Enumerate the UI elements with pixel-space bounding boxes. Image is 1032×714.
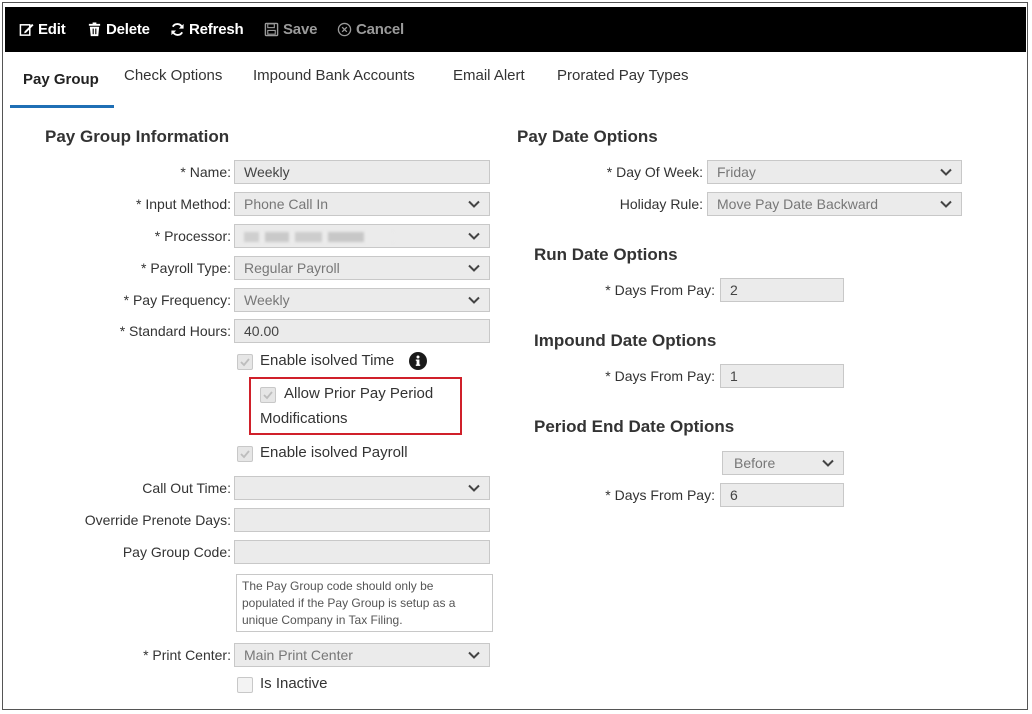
holiday-rule-label: Holiday Rule:: [619, 196, 703, 212]
tab-impound-bank-accounts[interactable]: Impound Bank Accounts: [253, 67, 415, 84]
chevron-down-icon: [468, 264, 480, 272]
window-frame: [2, 2, 1028, 710]
day-of-week-value: Friday: [717, 164, 756, 180]
cancel-icon: [337, 22, 352, 37]
period-end-days-value: 6: [730, 487, 738, 503]
input-method-label: * Input Method:: [136, 196, 231, 212]
enable-time-checkbox[interactable]: [237, 354, 253, 370]
chevron-down-icon: [468, 651, 480, 659]
tab-email-alert[interactable]: Email Alert: [453, 67, 525, 84]
day-of-week-label: * Day Of Week:: [606, 164, 703, 180]
enable-time-label: Enable isolved Time: [260, 352, 395, 369]
override-prenote-days-field[interactable]: [234, 508, 490, 532]
allow-prior-pay-period-label-line2: Modifications: [260, 410, 348, 427]
chevron-down-icon: [468, 232, 480, 240]
pay-frequency-label: * Pay Frequency:: [123, 292, 231, 308]
allow-prior-pay-period-label-line1: Allow Prior Pay Period: [284, 385, 434, 402]
run-days-from-pay-label: * Days From Pay:: [605, 282, 715, 298]
tab-pay-group[interactable]: Pay Group: [23, 71, 99, 88]
period-end-date-options-title: Period End Date Options: [534, 417, 735, 436]
info-icon[interactable]: [409, 352, 427, 370]
processor-label: * Processor:: [154, 228, 231, 244]
name-label: * Name:: [180, 164, 231, 180]
chevron-down-icon: [940, 200, 952, 208]
pay-date-options-title: Pay Date Options: [517, 127, 658, 146]
edit-icon: [19, 23, 34, 36]
payroll-type-label: * Payroll Type:: [140, 260, 231, 276]
call-out-time-select[interactable]: [234, 476, 490, 500]
tab-prorated-pay-types[interactable]: Prorated Pay Types: [557, 67, 688, 84]
impound-days-from-pay-label: * Days From Pay:: [605, 368, 715, 384]
check-icon: [240, 450, 250, 459]
pay-group-code-note: The Pay Group code should only be popula…: [236, 574, 493, 632]
enable-payroll-label: Enable isolved Payroll: [260, 444, 408, 461]
delete-button[interactable]: Delete: [87, 21, 150, 38]
chevron-down-icon: [940, 168, 952, 176]
processor-value-blurred: [244, 232, 394, 242]
standard-hours-field[interactable]: 40.00: [234, 319, 490, 343]
check-icon: [263, 391, 273, 400]
input-method-value: Phone Call In: [244, 196, 329, 212]
pay-frequency-value: Weekly: [244, 292, 290, 308]
impound-days-value: 1: [730, 368, 738, 384]
period-end-when-value: Before: [734, 455, 776, 471]
period-end-days-from-pay-label: * Days From Pay:: [605, 487, 715, 503]
cancel-button[interactable]: Cancel: [337, 21, 404, 38]
save-icon: [264, 22, 279, 37]
run-days-from-pay-field[interactable]: 2: [720, 278, 844, 302]
save-button[interactable]: Save: [264, 21, 317, 38]
edit-label: Edit: [38, 21, 66, 38]
standard-hours-label: * Standard Hours:: [119, 323, 231, 339]
save-label: Save: [283, 21, 318, 38]
enable-payroll-checkbox[interactable]: [237, 446, 253, 462]
name-value: Weekly: [244, 164, 290, 180]
impound-days-from-pay-field[interactable]: 1: [720, 364, 844, 388]
trash-icon: [88, 22, 101, 37]
is-inactive-checkbox[interactable]: [237, 677, 253, 693]
holiday-rule-value: Move Pay Date Backward: [717, 196, 879, 212]
chevron-down-icon: [468, 200, 480, 208]
edit-button[interactable]: Edit: [19, 21, 66, 38]
day-of-week-select[interactable]: Friday: [707, 160, 962, 184]
allow-prior-pay-period-checkbox[interactable]: [260, 387, 276, 403]
print-center-select[interactable]: Main Print Center: [234, 643, 490, 667]
active-tab-indicator: [10, 105, 114, 108]
pay-group-code-field[interactable]: [234, 540, 490, 564]
cancel-label: Cancel: [356, 21, 404, 38]
period-end-days-from-pay-field[interactable]: 6: [720, 483, 844, 507]
chevron-down-icon: [468, 484, 480, 492]
refresh-label: Refresh: [189, 21, 244, 38]
toolbar: Edit Delete Refresh Save Cancel: [5, 7, 1026, 52]
call-out-time-label: Call Out Time:: [142, 480, 231, 496]
holiday-rule-select[interactable]: Move Pay Date Backward: [707, 192, 962, 216]
chevron-down-icon: [822, 459, 834, 467]
period-end-when-select[interactable]: Before: [722, 451, 844, 475]
name-field[interactable]: Weekly: [234, 160, 490, 184]
refresh-icon: [171, 23, 184, 36]
refresh-button[interactable]: Refresh: [170, 21, 244, 38]
input-method-select[interactable]: Phone Call In: [234, 192, 490, 216]
delete-label: Delete: [106, 21, 150, 38]
is-inactive-label: Is Inactive: [260, 675, 328, 692]
chevron-down-icon: [468, 296, 480, 304]
override-prenote-days-label: Override Prenote Days:: [84, 512, 231, 528]
pay-group-information-title: Pay Group Information: [45, 127, 230, 146]
run-days-value: 2: [730, 282, 738, 298]
print-center-value: Main Print Center: [244, 647, 353, 663]
pay-group-code-label: Pay Group Code:: [122, 544, 231, 560]
payroll-type-select[interactable]: Regular Payroll: [234, 256, 490, 280]
impound-date-options-title: Impound Date Options: [534, 331, 717, 350]
tab-bar: Pay Group Check Options Impound Bank Acc…: [5, 52, 1026, 108]
tab-check-options[interactable]: Check Options: [124, 67, 222, 84]
pay-frequency-select[interactable]: Weekly: [234, 288, 490, 312]
standard-hours-value: 40.00: [244, 323, 280, 339]
payroll-type-value: Regular Payroll: [244, 260, 340, 276]
check-icon: [240, 358, 250, 367]
print-center-label: * Print Center:: [143, 647, 231, 663]
run-date-options-title: Run Date Options: [534, 245, 678, 264]
processor-select[interactable]: [234, 224, 490, 248]
